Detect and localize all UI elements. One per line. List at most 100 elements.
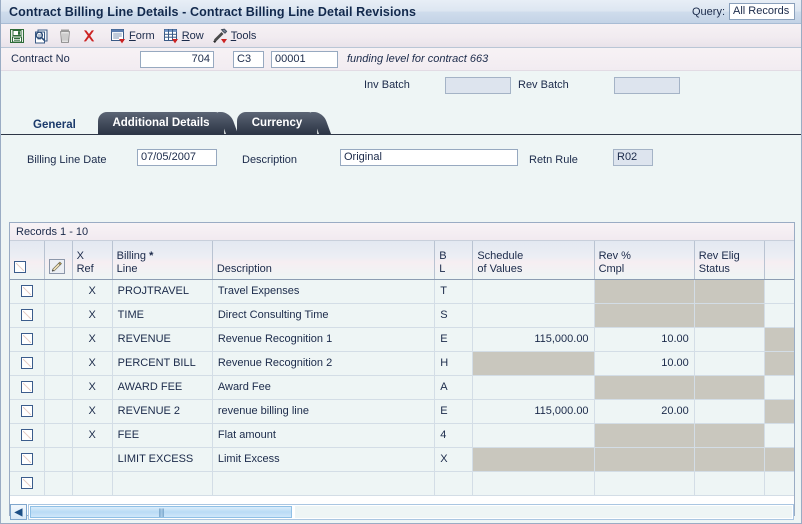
- column-header-pencil[interactable]: [44, 241, 73, 280]
- cell-billing-line[interactable]: [112, 471, 213, 496]
- row-pencil-cell[interactable]: [44, 399, 73, 424]
- row-pencil-cell[interactable]: [44, 303, 73, 328]
- tools-menu-button[interactable]: Tools: [209, 26, 260, 46]
- select-all-checkbox[interactable]: [14, 260, 26, 273]
- cell-b-l[interactable]: X: [434, 447, 474, 472]
- row-select-checkbox[interactable]: [20, 308, 33, 321]
- tab-general[interactable]: General: [21, 114, 88, 136]
- cell-rev-elig-status[interactable]: [694, 351, 765, 376]
- row-select-cell[interactable]: [10, 279, 45, 304]
- inv-batch-input[interactable]: [445, 77, 511, 94]
- cell-billing-line[interactable]: AWARD FEE: [112, 375, 213, 400]
- table-row[interactable]: LIMIT EXCESS Limit Excess X: [10, 447, 794, 472]
- row-pencil-cell[interactable]: [44, 351, 73, 376]
- column-header-rev-pct-cmpl[interactable]: Rev % Cmpl: [594, 241, 695, 280]
- retn-rule-input[interactable]: R02: [613, 149, 653, 166]
- row-select-checkbox[interactable]: [20, 404, 33, 417]
- table-row[interactable]: X TIME Direct Consulting Time S: [10, 303, 794, 328]
- cell-schedule-of-values[interactable]: [472, 279, 595, 304]
- row-select-checkbox[interactable]: [20, 476, 33, 489]
- column-header-select[interactable]: [10, 241, 45, 280]
- pencil-icon[interactable]: [48, 258, 65, 274]
- cell-schedule-of-values[interactable]: 115,000.00: [472, 399, 595, 424]
- cell-billing-line[interactable]: PERCENT BILL: [112, 351, 213, 376]
- form-menu-button[interactable]: Form: [107, 26, 158, 46]
- column-header-b-l[interactable]: B L: [434, 241, 474, 280]
- cell-billing-line[interactable]: REVENUE 2: [112, 399, 213, 424]
- row-select-cell[interactable]: [10, 423, 45, 448]
- cell-b-l[interactable]: E: [434, 399, 474, 424]
- cell-description[interactable]: Award Fee: [212, 375, 436, 400]
- scrollbar-thumb[interactable]: ||||: [30, 506, 292, 518]
- table-row[interactable]: X REVENUE 2 revenue billing line E 115,000.0…: [10, 399, 794, 424]
- cell-x-ref[interactable]: X: [72, 375, 113, 400]
- cell-b-l[interactable]: A: [434, 375, 474, 400]
- row-select-checkbox[interactable]: [20, 284, 33, 297]
- cell-description[interactable]: Limit Excess: [212, 447, 436, 472]
- column-header-x-ref[interactable]: X Ref: [72, 241, 113, 280]
- cancel-button[interactable]: [78, 26, 100, 46]
- cell-x-ref[interactable]: [72, 471, 113, 496]
- cell-rev-elig-status[interactable]: [694, 327, 765, 352]
- row-pencil-cell[interactable]: [44, 471, 73, 496]
- row-pencil-cell[interactable]: [44, 375, 73, 400]
- cell-x-ref[interactable]: X: [72, 423, 113, 448]
- cell-x-ref[interactable]: X: [72, 327, 113, 352]
- row-pencil-cell[interactable]: [44, 279, 73, 304]
- column-header-overflow[interactable]: [764, 241, 794, 280]
- cell-x-ref[interactable]: X: [72, 303, 113, 328]
- cell-b-l[interactable]: 4: [434, 423, 474, 448]
- row-select-cell[interactable]: [10, 351, 45, 376]
- cell-description[interactable]: [212, 471, 436, 496]
- table-row[interactable]: X PERCENT BILL Revenue Recognition 2 H 10.00: [10, 351, 794, 376]
- column-header-description[interactable]: Description: [212, 241, 436, 280]
- cell-b-l[interactable]: T: [434, 279, 474, 304]
- row-select-cell[interactable]: [10, 447, 45, 472]
- cell-description[interactable]: Travel Expenses: [212, 279, 436, 304]
- contract-type-input[interactable]: C3: [233, 50, 264, 68]
- cell-billing-line[interactable]: REVENUE: [112, 327, 213, 352]
- cell-billing-line[interactable]: FEE: [112, 423, 213, 448]
- column-header-billing-line[interactable]: Billing * Line: [112, 241, 213, 280]
- contract-no-input[interactable]: 704: [140, 50, 214, 68]
- delete-button[interactable]: [54, 26, 76, 46]
- cell-billing-line[interactable]: PROJTRAVEL: [112, 279, 213, 304]
- tab-additional-details[interactable]: Additional Details: [98, 112, 224, 134]
- row-select-checkbox[interactable]: [20, 452, 33, 465]
- row-select-checkbox[interactable]: [20, 380, 33, 393]
- row-select-cell[interactable]: [10, 471, 45, 496]
- row-select-cell[interactable]: [10, 327, 45, 352]
- cell-b-l[interactable]: [434, 471, 474, 496]
- table-row[interactable]: [10, 471, 794, 496]
- row-menu-button[interactable]: Row: [160, 26, 207, 46]
- column-header-schedule-of-values[interactable]: Schedule of Values: [472, 241, 595, 280]
- table-row[interactable]: X PROJTRAVEL Travel Expenses T: [10, 279, 794, 304]
- table-row[interactable]: X AWARD FEE Award Fee A: [10, 375, 794, 400]
- cell-rev-pct-cmpl[interactable]: 10.00: [594, 351, 695, 376]
- row-select-checkbox[interactable]: [20, 356, 33, 369]
- billing-line-date-input[interactable]: 07/05/2007: [137, 149, 217, 166]
- cell-rev-pct-cmpl[interactable]: 20.00: [594, 399, 695, 424]
- cell-billing-line[interactable]: TIME: [112, 303, 213, 328]
- contract-seq-input[interactable]: 00001: [271, 50, 338, 68]
- horizontal-scrollbar[interactable]: ◀ ||||: [10, 504, 794, 520]
- row-select-checkbox[interactable]: [20, 332, 33, 345]
- cell-x-ref[interactable]: X: [72, 351, 113, 376]
- cell-description[interactable]: Revenue Recognition 2: [212, 351, 436, 376]
- scrollbar-track-remainder[interactable]: [295, 506, 792, 518]
- cell-rev-elig-status[interactable]: [694, 399, 765, 424]
- tab-currency[interactable]: Currency: [237, 112, 317, 134]
- cell-rev-pct-cmpl[interactable]: [594, 471, 695, 496]
- cell-b-l[interactable]: S: [434, 303, 474, 328]
- row-select-cell[interactable]: [10, 375, 45, 400]
- scrollbar-track[interactable]: ||||: [28, 504, 794, 520]
- table-row[interactable]: X FEE Flat amount 4: [10, 423, 794, 448]
- cell-description[interactable]: revenue billing line: [212, 399, 436, 424]
- rev-batch-input[interactable]: [614, 77, 680, 94]
- cell-schedule-of-values[interactable]: [472, 375, 595, 400]
- cell-description[interactable]: Revenue Recognition 1: [212, 327, 436, 352]
- table-row[interactable]: X REVENUE Revenue Recognition 1 E 115,000.00…: [10, 327, 794, 352]
- scroll-left-arrow-icon[interactable]: ◀: [10, 504, 27, 520]
- cell-description[interactable]: Direct Consulting Time: [212, 303, 436, 328]
- query-select[interactable]: All Records: [729, 3, 795, 20]
